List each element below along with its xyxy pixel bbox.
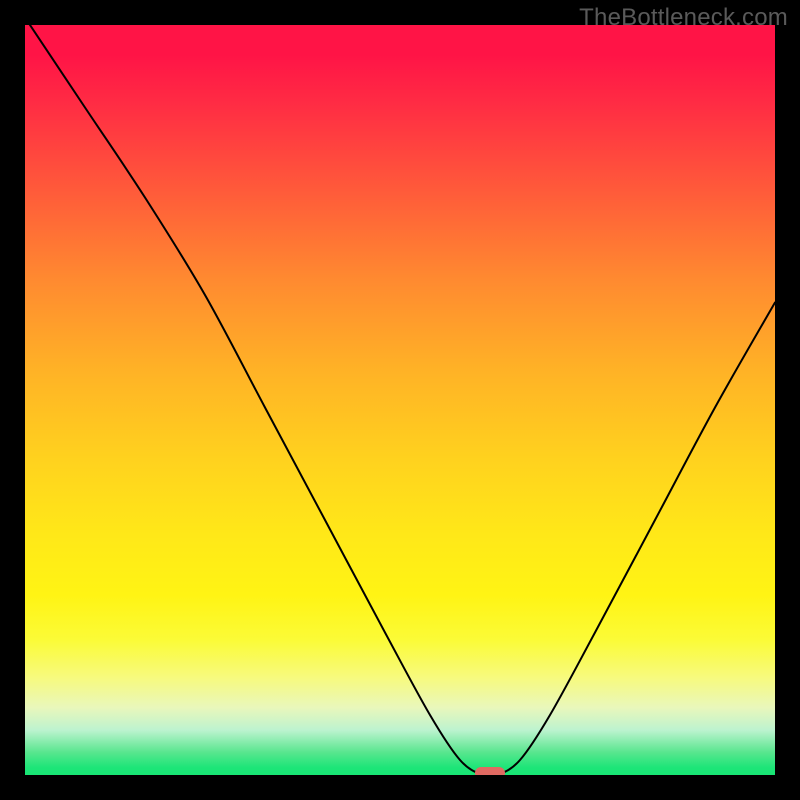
curve-layer <box>25 25 775 775</box>
chart-frame: TheBottleneck.com <box>0 0 800 800</box>
plot-area <box>25 25 775 775</box>
bottleneck-curve <box>25 25 775 775</box>
watermark-text: TheBottleneck.com <box>579 4 788 32</box>
optimum-marker <box>475 767 505 775</box>
